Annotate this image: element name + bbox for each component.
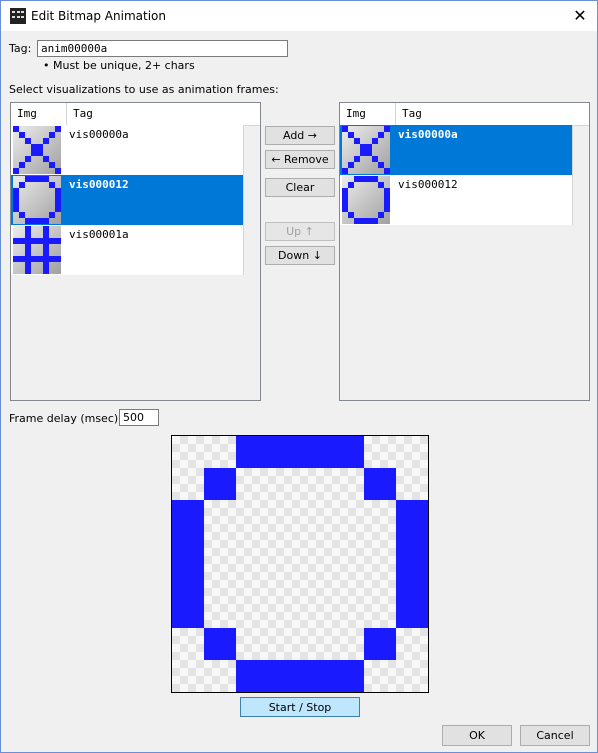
list-item-tag: vis00000a [69, 128, 129, 141]
pixel [236, 660, 268, 692]
pixel [396, 596, 428, 628]
tag-hint: • Must be unique, 2+ chars [43, 59, 195, 72]
pixel [172, 500, 204, 532]
clear-button[interactable]: Clear [265, 178, 335, 197]
pixel [378, 212, 384, 218]
pixel [172, 532, 204, 564]
pixel [364, 468, 396, 500]
pixel [384, 206, 390, 212]
list-item-tag: vis000012 [398, 178, 458, 191]
pixel [204, 628, 236, 660]
pixel [384, 126, 390, 132]
frame-delay-label: Frame delay (msec): [9, 412, 122, 425]
dialog-window: Edit Bitmap Animation ✕ Tag: • Must be u… [0, 0, 598, 753]
pixel [19, 162, 25, 168]
list-item[interactable]: vis00000a [340, 125, 572, 175]
thumbnail-image [13, 126, 61, 174]
pixel [354, 156, 360, 162]
pixel [396, 532, 428, 564]
window-title: Edit Bitmap Animation [31, 9, 166, 23]
pixel [204, 468, 236, 500]
app-icon [10, 8, 26, 24]
pixel [236, 436, 268, 468]
list-item[interactable]: vis00000a [11, 125, 243, 175]
list-divider [243, 125, 244, 275]
pixel [300, 660, 332, 692]
down-button[interactable]: Down ↓ [265, 246, 335, 265]
pixel [19, 182, 25, 188]
list-item-tag: vis00000a [398, 128, 458, 141]
pixel [43, 268, 49, 274]
add-button[interactable]: Add → [265, 126, 335, 145]
thumbnail-image [13, 226, 61, 274]
pixel [364, 628, 396, 660]
available-list[interactable]: Img Tag vis00000a vis000012 vis00001a [10, 102, 261, 401]
tag-input[interactable] [37, 40, 288, 57]
pixel [268, 660, 300, 692]
pixel [55, 238, 61, 244]
cancel-button[interactable]: Cancel [520, 725, 590, 746]
pixel [172, 596, 204, 628]
tag-label: Tag: [9, 42, 32, 55]
start-stop-button[interactable]: Start / Stop [240, 697, 360, 717]
pixel [332, 660, 364, 692]
title-bar: Edit Bitmap Animation ✕ [1, 1, 597, 31]
ok-button[interactable]: OK [442, 725, 512, 746]
pixel [268, 436, 300, 468]
pixel [332, 436, 364, 468]
available-list-header: Img Tag [11, 103, 260, 126]
pixel [172, 564, 204, 596]
list-item[interactable]: vis00001a [11, 225, 243, 275]
pixel [372, 138, 378, 144]
up-button[interactable]: Up ↑ [265, 222, 335, 241]
pixel [55, 126, 61, 132]
list-item-tag: vis000012 [69, 178, 129, 191]
close-icon[interactable]: ✕ [563, 1, 597, 31]
thumbnail-image [342, 126, 390, 174]
pixel [396, 564, 428, 596]
list-item-tag: vis00001a [69, 228, 129, 241]
pixel [378, 132, 384, 138]
remove-button[interactable]: ← Remove [265, 150, 335, 169]
pixel [372, 218, 378, 224]
pixel [43, 138, 49, 144]
column-header-img[interactable]: Img [17, 107, 37, 120]
pixel [25, 156, 31, 162]
pixel [55, 256, 61, 262]
column-header-img[interactable]: Img [346, 107, 366, 120]
select-label: Select visualizations to use as animatio… [9, 83, 279, 96]
pixel [348, 182, 354, 188]
pixel [384, 168, 390, 174]
pixel [13, 168, 19, 174]
list-item[interactable]: vis000012 [11, 175, 243, 225]
pixel [348, 162, 354, 168]
thumbnail-image [342, 176, 390, 224]
pixel [25, 268, 31, 274]
frames-list-header: Img Tag [340, 103, 589, 126]
pixel [49, 212, 55, 218]
pixel [342, 168, 348, 174]
pixel [49, 132, 55, 138]
pixel [396, 500, 428, 532]
column-header-tag[interactable]: Tag [402, 107, 422, 120]
list-item[interactable]: vis000012 [340, 175, 572, 225]
pixel [55, 206, 61, 212]
pixel [300, 436, 332, 468]
column-header-tag[interactable]: Tag [73, 107, 93, 120]
thumbnail-image [13, 176, 61, 224]
frames-list[interactable]: Img Tag vis00000a vis000012 [339, 102, 590, 401]
animation-preview [171, 435, 429, 693]
list-divider [572, 125, 573, 225]
pixel [55, 168, 61, 174]
pixel [43, 218, 49, 224]
frame-delay-input[interactable] [119, 409, 159, 426]
